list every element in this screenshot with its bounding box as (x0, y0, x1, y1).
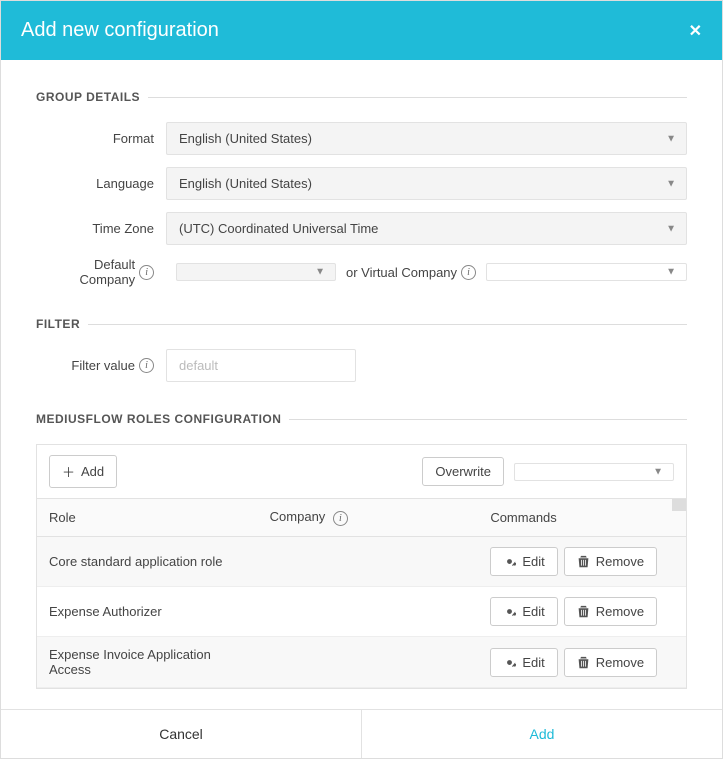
label-or-virtual-company-text: or Virtual Company (346, 265, 457, 280)
overwrite-button[interactable]: Overwrite (422, 457, 504, 486)
scrollbar[interactable] (672, 499, 686, 511)
col-header-company-text: Company (270, 509, 326, 524)
chevron-down-icon: ▼ (315, 267, 325, 278)
edit-label: Edit (522, 604, 544, 619)
select-language[interactable]: English (United States) ▼ (166, 167, 687, 200)
gear-icon (503, 656, 516, 669)
table-row: Expense Invoice Application Access Edit (37, 637, 686, 688)
info-icon[interactable]: i (139, 358, 154, 373)
cell-company (258, 587, 479, 637)
remove-button[interactable]: Remove (564, 597, 657, 626)
row-timezone: Time Zone (UTC) Coordinated Universal Ti… (36, 212, 687, 245)
add-role-button[interactable]: ＋ Add (49, 455, 117, 488)
cancel-label: Cancel (159, 726, 203, 742)
edit-button[interactable]: Edit (490, 597, 557, 626)
modal-footer: Cancel Add (1, 709, 722, 758)
roles-box: ＋ Add Overwrite ▼ Ro (36, 444, 687, 689)
modal-body: GROUP DETAILS Format English (United Sta… (1, 60, 722, 709)
overwrite-group: Overwrite ▼ (422, 457, 674, 486)
select-format-value: English (United States) (179, 131, 312, 146)
close-icon[interactable]: ✕ (689, 21, 702, 41)
cell-role: Expense Authorizer (37, 587, 258, 637)
select-default-company[interactable]: ▼ (176, 263, 336, 281)
chevron-down-icon: ▼ (666, 223, 676, 234)
info-icon[interactable]: i (333, 511, 348, 526)
chevron-down-icon: ▼ (666, 133, 676, 144)
input-filter-value[interactable] (166, 349, 356, 382)
col-header-commands: Commands (478, 499, 686, 537)
section-filter: FILTER (36, 317, 687, 331)
plus-icon: ＋ (62, 462, 75, 481)
chevron-down-icon: ▼ (666, 267, 676, 278)
select-language-value: English (United States) (179, 176, 312, 191)
row-default-company: Default Company i ▼ or Virtual Company i… (36, 257, 687, 287)
roles-table-body: Core standard application role Edit (37, 537, 686, 688)
cell-role: Expense Invoice Application Access (37, 637, 258, 688)
label-timezone: Time Zone (36, 221, 166, 236)
cancel-button[interactable]: Cancel (1, 710, 361, 758)
modal-add-configuration: Add new configuration ✕ GROUP DETAILS Fo… (0, 0, 723, 759)
label-default-company-text: Default Company (36, 257, 135, 287)
section-group-details: GROUP DETAILS (36, 90, 687, 104)
select-format[interactable]: English (United States) ▼ (166, 122, 687, 155)
label-filter-value-text: Filter value (71, 358, 135, 373)
row-filter-value: Filter value i (36, 349, 687, 382)
info-icon[interactable]: i (139, 265, 154, 280)
cell-company (258, 537, 479, 587)
cell-commands: Edit Remove (478, 637, 686, 688)
modal-title: Add new configuration (21, 19, 219, 42)
col-header-role: Role (37, 499, 258, 537)
label-filter-value: Filter value i (36, 358, 166, 373)
edit-button[interactable]: Edit (490, 648, 557, 677)
label-format: Format (36, 131, 166, 146)
remove-label: Remove (596, 604, 644, 619)
section-title-text: GROUP DETAILS (36, 90, 140, 104)
section-title-text: MEDIUSFLOW ROLES CONFIGURATION (36, 412, 281, 426)
add-button[interactable]: Add (361, 710, 722, 758)
label-or-virtual-company: or Virtual Company i (346, 265, 476, 280)
col-header-company: Company i (258, 499, 479, 537)
overwrite-label: Overwrite (435, 464, 491, 479)
cell-commands: Edit Remove (478, 537, 686, 587)
edit-label: Edit (522, 655, 544, 670)
section-roles-config: MEDIUSFLOW ROLES CONFIGURATION (36, 412, 687, 426)
add-label: Add (530, 726, 555, 742)
section-title-text: FILTER (36, 317, 80, 331)
cell-company (258, 637, 479, 688)
trash-icon (577, 555, 590, 568)
add-role-label: Add (81, 464, 104, 479)
chevron-down-icon: ▼ (653, 466, 663, 477)
select-overwrite[interactable]: ▼ (514, 463, 674, 481)
label-default-company: Default Company i (36, 257, 166, 287)
select-timezone[interactable]: (UTC) Coordinated Universal Time ▼ (166, 212, 687, 245)
select-virtual-company[interactable]: ▼ (486, 263, 687, 281)
gear-icon (503, 555, 516, 568)
remove-button[interactable]: Remove (564, 547, 657, 576)
select-timezone-value: (UTC) Coordinated Universal Time (179, 221, 378, 236)
info-icon[interactable]: i (461, 265, 476, 280)
trash-icon (577, 605, 590, 618)
cell-commands: Edit Remove (478, 587, 686, 637)
roles-table: Role Company i Commands Core standard ap… (37, 499, 686, 688)
roles-toolbar: ＋ Add Overwrite ▼ (37, 445, 686, 499)
remove-label: Remove (596, 655, 644, 670)
modal-header: Add new configuration ✕ (1, 1, 722, 60)
table-row: Core standard application role Edit (37, 537, 686, 587)
remove-label: Remove (596, 554, 644, 569)
edit-label: Edit (522, 554, 544, 569)
row-language: Language English (United States) ▼ (36, 167, 687, 200)
table-row: Expense Authorizer Edit (37, 587, 686, 637)
trash-icon (577, 656, 590, 669)
gear-icon (503, 605, 516, 618)
label-language: Language (36, 176, 166, 191)
remove-button[interactable]: Remove (564, 648, 657, 677)
cell-role: Core standard application role (37, 537, 258, 587)
roles-table-wrap: Role Company i Commands Core standard ap… (37, 499, 686, 688)
edit-button[interactable]: Edit (490, 547, 557, 576)
row-format: Format English (United States) ▼ (36, 122, 687, 155)
chevron-down-icon: ▼ (666, 178, 676, 189)
